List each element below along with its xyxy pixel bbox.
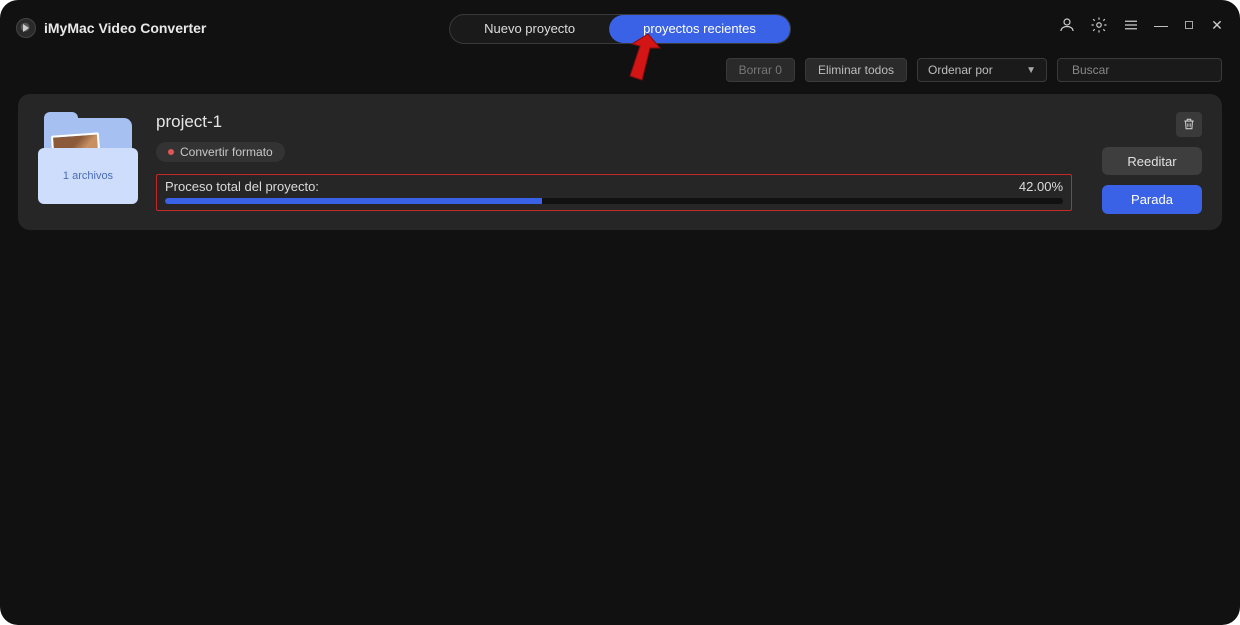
conversion-badge-label: Convertir formato	[180, 145, 273, 159]
reedit-button[interactable]: Reeditar	[1102, 147, 1202, 176]
chevron-down-icon: ▼	[1026, 65, 1036, 76]
delete-selected-button[interactable]: Borrar 0	[726, 58, 795, 82]
progress-fill	[165, 198, 542, 204]
search-field[interactable]	[1057, 58, 1222, 82]
app-logo-icon	[16, 18, 36, 38]
tab-new-project[interactable]: Nuevo proyecto	[450, 15, 609, 43]
app-title: iMyMac Video Converter	[44, 20, 206, 36]
stop-button[interactable]: Parada	[1102, 185, 1202, 214]
minimize-button[interactable]: —	[1152, 16, 1170, 34]
maximize-button[interactable]	[1180, 16, 1198, 34]
window-controls: — ✕	[1056, 14, 1226, 36]
project-name: project-1	[156, 112, 1072, 132]
conversion-badge: Convertir formato	[156, 142, 285, 162]
project-actions: Reeditar Parada	[1090, 112, 1202, 214]
file-count-label: 1 archivos	[38, 148, 138, 204]
project-card: 1 archivos project-1 Convertir formato P…	[18, 94, 1222, 230]
progress-percent: 42.00%	[1019, 179, 1063, 194]
menu-icon[interactable]	[1120, 14, 1142, 36]
settings-icon[interactable]	[1088, 14, 1110, 36]
close-button[interactable]: ✕	[1208, 16, 1226, 34]
project-tabs: Nuevo proyecto proyectos recientes	[449, 14, 791, 44]
delete-all-button[interactable]: Eliminar todos	[805, 58, 907, 82]
progress-bar	[165, 198, 1063, 204]
progress-label: Proceso total del proyecto:	[165, 179, 319, 194]
project-card-body: project-1 Convertir formato Proceso tota…	[156, 112, 1072, 214]
trash-icon	[1182, 117, 1196, 131]
sort-select-label: Ordenar por	[928, 63, 993, 77]
tab-recent-projects[interactable]: proyectos recientes	[609, 15, 790, 43]
list-toolbar: Borrar 0 Eliminar todos Ordenar por ▼	[726, 56, 1222, 84]
status-dot-icon	[168, 149, 174, 155]
search-input[interactable]	[1072, 63, 1227, 77]
sort-select[interactable]: Ordenar por ▼	[917, 58, 1047, 82]
progress-block: Proceso total del proyecto: 42.00%	[156, 174, 1072, 211]
project-folder-icon: 1 archivos	[38, 118, 138, 208]
delete-project-button[interactable]	[1176, 112, 1202, 137]
account-icon[interactable]	[1056, 14, 1078, 36]
app-window: iMyMac Video Converter Nuevo proyecto pr…	[0, 0, 1240, 625]
